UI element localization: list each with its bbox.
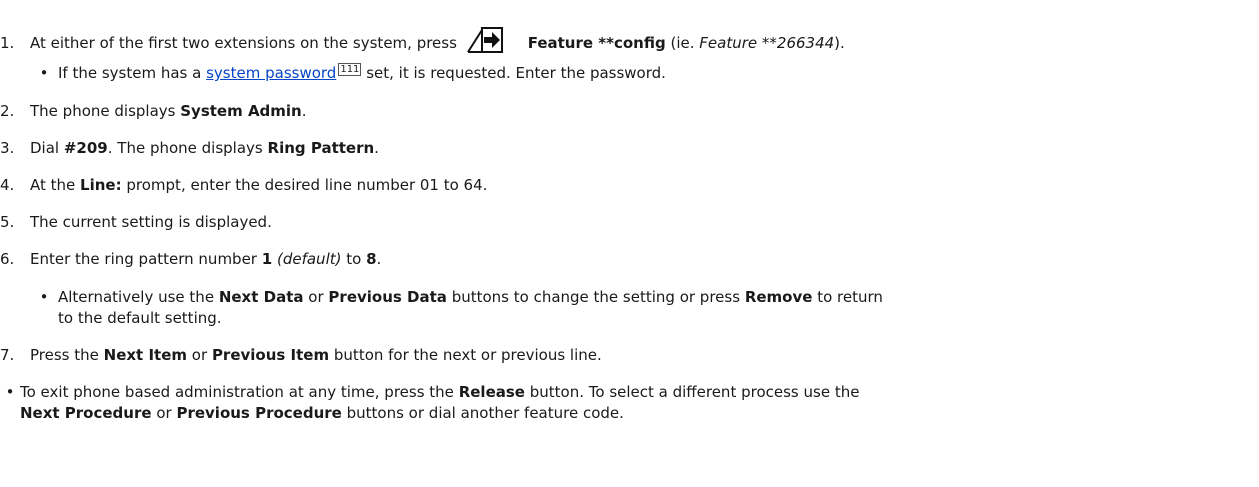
step-text: The phone displays xyxy=(30,102,176,120)
bullet: • xyxy=(39,288,49,306)
step-text: Enter the ring pattern number xyxy=(30,250,257,268)
dial-code: #209 xyxy=(63,139,108,157)
step-5: 5. The current setting is displayed. xyxy=(0,212,272,232)
button-name: Previous Item xyxy=(211,346,330,364)
note-text: buttons or dial another feature code. xyxy=(346,404,624,422)
step-4: 4. At the Line: prompt, enter the desired… xyxy=(0,175,487,195)
step-text: The current setting is displayed. xyxy=(30,213,272,231)
step-6-note-continued: to the default setting. xyxy=(58,308,222,328)
button-name: Next Item xyxy=(103,346,188,364)
note-text: button. To select a different process us… xyxy=(529,383,860,401)
step-1: 1. At either of the first two extensions … xyxy=(0,24,845,59)
note-text: To exit phone based administration at an… xyxy=(20,383,454,401)
step-6-note: • Alternatively use the Next Data or Prev… xyxy=(30,287,883,307)
step-number: 3. xyxy=(0,139,15,157)
note-text: to return xyxy=(817,288,883,306)
step-number: 1. xyxy=(0,34,15,52)
button-name: Previous Procedure xyxy=(176,404,342,422)
default-note: (default) xyxy=(276,250,342,268)
button-name: Next Procedure xyxy=(20,404,152,422)
button-name: Remove xyxy=(744,288,813,306)
step-6: 6. Enter the ring pattern number 1 (defau… xyxy=(0,249,381,269)
page-ref-icon[interactable]: 111 xyxy=(338,63,362,76)
note-text: Alternatively use the xyxy=(58,288,215,306)
note-text: buttons to change the setting or press xyxy=(451,288,741,306)
exit-note: • To exit phone based administration at a… xyxy=(0,382,860,402)
prompt-label: Line: xyxy=(80,176,122,194)
step-text: . xyxy=(301,102,307,120)
step-number: 7. xyxy=(0,346,15,364)
exit-note-continued: Next Procedure or Previous Procedure but… xyxy=(20,403,624,423)
step-7: 7. Press the Next Item or Previous Item b… xyxy=(0,345,602,365)
step-3: 3. Dial #209. The phone displays Ring Pat… xyxy=(0,138,379,158)
pattern-max: 8 xyxy=(366,250,377,268)
bullet: • xyxy=(5,383,15,401)
step-text: At either of the first two extensions on… xyxy=(30,34,457,52)
step-text: or xyxy=(191,346,208,364)
note-text: to the default setting. xyxy=(58,309,222,327)
bullet: • xyxy=(39,64,49,82)
step-text: ). xyxy=(834,34,845,52)
step-text: Press the xyxy=(30,346,99,364)
step-text: Dial xyxy=(30,139,60,157)
step-number: 2. xyxy=(0,102,15,120)
step-2: 2. The phone displays System Admin. xyxy=(0,101,307,121)
system-password-link[interactable]: system password xyxy=(206,64,336,82)
note-text: or xyxy=(156,404,172,422)
button-name: Next Data xyxy=(218,288,304,306)
step-text: . xyxy=(374,139,379,157)
display-text: System Admin xyxy=(180,102,302,120)
feature-example: Feature **266344 xyxy=(699,34,835,52)
note-text: If the system has a xyxy=(58,64,202,82)
procedure-document: 1. At either of the first two extensions … xyxy=(0,0,1259,487)
step-text: (ie. xyxy=(670,34,695,52)
step-text: to xyxy=(346,250,362,268)
feature-arrow-icon xyxy=(466,24,522,59)
note-text: or xyxy=(308,288,324,306)
step-1-note: • If the system has a system password 111 … xyxy=(30,63,666,83)
pattern-min: 1 xyxy=(261,250,273,268)
step-text: At the xyxy=(30,176,76,194)
button-name: Release xyxy=(458,383,525,401)
note-text: set, it is requested. Enter the password… xyxy=(366,64,666,82)
step-number: 5. xyxy=(0,213,15,231)
feature-code: Feature **config xyxy=(527,34,666,52)
step-text: . The phone displays xyxy=(107,139,263,157)
button-name: Previous Data xyxy=(328,288,447,306)
step-text: button for the next or previous line. xyxy=(333,346,602,364)
step-text: prompt, enter the desired line number 01… xyxy=(126,176,488,194)
step-text: . xyxy=(376,250,382,268)
display-text: Ring Pattern xyxy=(267,139,375,157)
step-number: 6. xyxy=(0,250,15,268)
step-number: 4. xyxy=(0,176,15,194)
